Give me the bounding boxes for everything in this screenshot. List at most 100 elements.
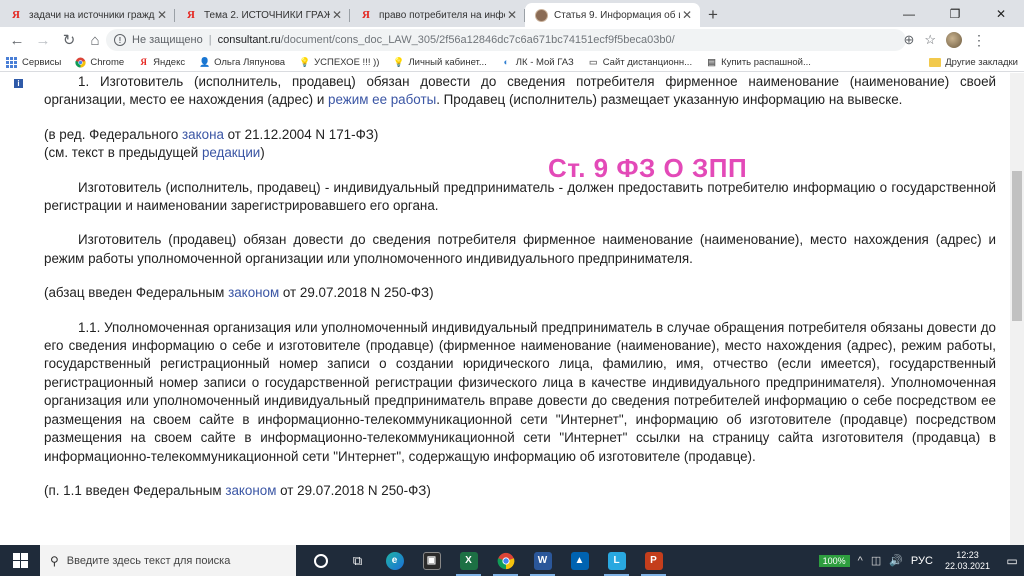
edge-icon[interactable]: e <box>376 545 413 576</box>
chrome-icon <box>75 57 86 68</box>
tab-title: Тема 2. ИСТОЧНИКИ ГРАЖДАНСКОГО <box>204 9 330 21</box>
yandex-icon: Я <box>12 9 20 21</box>
clock[interactable]: 12:23 22.03.2021 <box>945 550 990 572</box>
gas-icon: ◐ <box>503 57 509 67</box>
tab-title: право потребителя на информацию <box>379 9 505 21</box>
scroll-thumb[interactable] <box>1012 171 1022 321</box>
clock-time: 12:23 <box>956 549 979 560</box>
tab-title: задачи на источники гражданского <box>29 9 155 21</box>
close-icon[interactable]: ✕ <box>330 8 344 22</box>
bookmark-yandex[interactable]: Я Яндекс <box>138 57 185 68</box>
close-window-button[interactable]: ✕ <box>978 0 1024 27</box>
close-icon[interactable]: ✕ <box>680 8 694 22</box>
notification-icon[interactable]: ▭ <box>1000 545 1024 576</box>
apps-grid-icon <box>6 56 17 68</box>
page-icon: ▭ <box>588 56 598 67</box>
link-law[interactable]: закона <box>182 127 224 142</box>
page-content: i 1. Изготовитель (исполнитель, продавец… <box>0 73 1024 545</box>
scrollbar[interactable] <box>1010 73 1024 545</box>
url-separator: | <box>208 34 212 46</box>
law-document: 1. Изготовитель (исполнитель, продавец) … <box>44 73 996 500</box>
menu-icon[interactable]: ⋮ <box>972 32 986 49</box>
prev-edition-note: (см. текст в предыдущей редакции) <box>44 145 265 161</box>
battery-badge[interactable]: 100% <box>818 554 850 567</box>
shop-icon: ▤ <box>707 56 716 67</box>
url-path: /document/cons_doc_LAW_305/2f56a12846dc7… <box>280 34 675 46</box>
star-icon[interactable]: ☆ <box>924 32 936 48</box>
info-icon[interactable]: i <box>14 79 23 88</box>
close-icon[interactable]: ✕ <box>505 8 519 22</box>
paragraph-2: Изготовитель (исполнитель, продавец) - и… <box>44 179 996 214</box>
tab-3[interactable]: Я право потребителя на информацию ✕ <box>350 3 525 27</box>
minimize-button[interactable]: — <box>886 0 932 27</box>
url-host: consultant.ru <box>217 34 281 46</box>
taskbar: ⚲ Введите здесь текст для поиска ⧉ e ▣ X… <box>0 545 1024 576</box>
info-icon[interactable]: ! <box>114 34 126 46</box>
link-edition[interactable]: редакции <box>202 145 260 160</box>
bookmark-distance[interactable]: ▭ Сайт дистанционн... <box>588 57 692 68</box>
search-placeholder: Введите здесь текст для поиска <box>66 554 231 567</box>
bulb-icon: 💡 <box>393 56 405 67</box>
person-icon: 👤 <box>199 56 211 67</box>
bookmark-label: Личный кабинет... <box>408 56 487 68</box>
task-view-icon[interactable]: ⧉ <box>339 545 376 576</box>
edit-note: (в ред. Федерального закона от 21.12.200… <box>44 126 379 142</box>
bookmark-services[interactable]: Сервисы <box>6 56 61 68</box>
avatar[interactable] <box>946 32 962 48</box>
paragraph-1-1: 1.1. Уполномоченная организация или упол… <box>44 319 996 464</box>
bookmark-chrome[interactable]: Chrome <box>75 57 124 68</box>
bookmark-label: Ольга Ляпунова <box>214 56 286 68</box>
store-icon[interactable]: ▣ <box>413 545 450 576</box>
bookmark-gaz[interactable]: ◐ ЛК - Мой ГАЗ <box>501 57 574 68</box>
bookmark-olga[interactable]: 👤 Ольга Ляпунова <box>199 57 285 68</box>
link-law[interactable]: законом <box>228 285 279 300</box>
tab-1[interactable]: Я задачи на источники гражданского ✕ <box>0 3 175 27</box>
close-icon[interactable]: ✕ <box>155 8 169 22</box>
address-bar[interactable]: ! Не защищено | consultant.ru/document/c… <box>106 29 1006 51</box>
powerpoint-icon[interactable]: P <box>635 545 672 576</box>
bookmark-label: Сайт дистанционн... <box>602 56 693 68</box>
word-icon[interactable]: W <box>524 545 561 576</box>
back-button[interactable]: ← <box>4 28 30 52</box>
yandex-icon: Я <box>140 57 147 67</box>
lingualeo-icon[interactable]: L <box>598 545 635 576</box>
other-bookmarks-label: Другие закладки <box>945 56 1018 68</box>
windows-icon <box>12 553 28 568</box>
bookmark-shop[interactable]: ▤ Купить распашной... <box>706 57 811 68</box>
home-button[interactable]: ⌂ <box>82 28 108 52</box>
security-label: Не защищено <box>132 34 203 46</box>
bookmark-label: УСПЕХОЕ !!! )) <box>314 56 380 68</box>
taskbar-search[interactable]: ⚲ Введите здесь текст для поиска <box>40 545 296 576</box>
yandex-icon: Я <box>362 9 370 21</box>
browser-window: Я задачи на источники гражданского ✕ Я Т… <box>0 0 1024 576</box>
photos-icon[interactable]: ▲ <box>561 545 598 576</box>
amend-note-1: (абзац введен Федеральным законом от 29.… <box>44 285 434 301</box>
language-indicator[interactable]: РУС <box>911 555 933 567</box>
paragraph-1: 1. Изготовитель (исполнитель, продавец) … <box>44 74 996 108</box>
reload-button[interactable]: ↻ <box>56 28 82 52</box>
restore-button[interactable]: ❐ <box>932 0 978 27</box>
zoom-icon[interactable]: ⊕ <box>903 32 914 48</box>
handwritten-annotation: Ст. 9 ФЗ О ЗПП <box>548 153 748 183</box>
chrome-icon[interactable] <box>487 545 524 576</box>
tab-title: Статья 9. Информация об изготовителе <box>554 9 680 21</box>
forward-button[interactable]: → <box>30 28 56 52</box>
bookmark-lk[interactable]: 💡 Личный кабинет... <box>393 57 486 68</box>
excel-icon[interactable]: X <box>450 545 487 576</box>
window-controls: — ❐ ✕ <box>886 0 1024 27</box>
other-bookmarks[interactable]: Другие закладки <box>929 57 1018 68</box>
link-law[interactable]: законом <box>225 483 276 498</box>
volume-icon[interactable]: 🔊 <box>889 554 903 567</box>
bookmark-label: ЛК - Мой ГАЗ <box>515 56 574 68</box>
cortana-icon[interactable] <box>302 545 339 576</box>
tab-2[interactable]: Я Тема 2. ИСТОЧНИКИ ГРАЖДАНСКОГО ✕ <box>175 3 350 27</box>
new-tab-button[interactable]: + <box>700 3 726 27</box>
link-work-mode[interactable]: режим ее работы <box>328 92 436 107</box>
tab-strip: Я задачи на источники гражданского ✕ Я Т… <box>0 0 1024 27</box>
tab-4-active[interactable]: Статья 9. Информация об изготовителе ✕ <box>525 3 700 27</box>
start-button[interactable] <box>0 545 40 576</box>
chevron-up-icon[interactable]: ^ <box>858 555 863 567</box>
browser-toolbar: ← → ↻ ⌂ ! Не защищено | consultant.ru/do… <box>0 27 1024 53</box>
network-icon[interactable]: ◫ <box>871 554 881 567</box>
bookmark-uspekhoe[interactable]: 💡 УСПЕХОЕ !!! )) <box>299 57 379 68</box>
